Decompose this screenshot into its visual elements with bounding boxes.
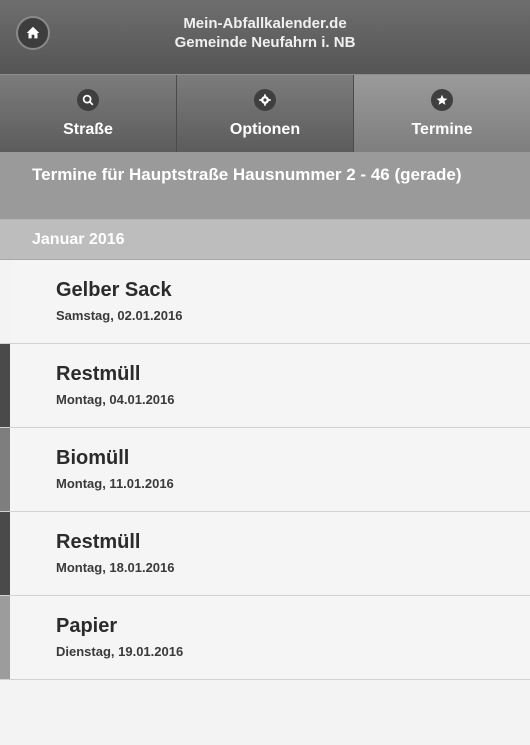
month-divider: Januar 2016 xyxy=(0,220,530,260)
star-icon xyxy=(431,88,453,111)
category-color-stripe xyxy=(0,344,10,427)
collection-list: Gelber Sack Samstag, 02.01.2016 Restmüll… xyxy=(0,260,530,680)
app-screen: Mein-Abfallkalender.de Gemeinde Neufahrn… xyxy=(0,0,530,745)
app-subtitle: Gemeinde Neufahrn i. NB xyxy=(174,34,356,51)
category-color-stripe xyxy=(0,512,10,595)
tab-optionen[interactable]: Optionen xyxy=(177,75,354,152)
tab-termine[interactable]: Termine xyxy=(354,75,530,152)
list-item[interactable]: Restmüll Montag, 04.01.2016 xyxy=(0,344,530,428)
gear-icon xyxy=(254,88,276,111)
waste-type: Restmüll xyxy=(56,363,141,385)
list-item[interactable]: Restmüll Montag, 18.01.2016 xyxy=(0,512,530,596)
category-color-stripe xyxy=(0,428,10,511)
collection-date: Montag, 04.01.2016 xyxy=(56,392,175,407)
waste-type: Gelber Sack xyxy=(56,279,172,301)
home-icon xyxy=(26,26,40,39)
collection-date: Montag, 18.01.2016 xyxy=(56,560,175,575)
list-item[interactable]: Biomüll Montag, 11.01.2016 xyxy=(0,428,530,512)
tab-optionen-label: Optionen xyxy=(229,120,301,138)
home-button[interactable] xyxy=(16,16,50,50)
category-color-stripe xyxy=(0,260,10,343)
collection-date: Samstag, 02.01.2016 xyxy=(56,308,183,323)
app-title: Mein-Abfallkalender.de xyxy=(183,15,347,32)
tab-strasse-label: Straße xyxy=(63,120,113,138)
tab-termine-label: Termine xyxy=(411,120,473,138)
tab-strasse[interactable]: Straße xyxy=(0,75,177,152)
collection-date: Montag, 11.01.2016 xyxy=(56,476,174,491)
collection-date: Dienstag, 19.01.2016 xyxy=(56,644,184,659)
list-item[interactable]: Gelber Sack Samstag, 02.01.2016 xyxy=(0,260,530,344)
location-info-bar: Termine für Hauptstraße Hausnummer 2 - 4… xyxy=(0,152,530,220)
waste-type: Papier xyxy=(56,615,118,637)
search-icon xyxy=(77,88,99,111)
tab-bar: Straße Optionen Termine xyxy=(0,74,530,152)
waste-type: Restmüll xyxy=(56,531,141,553)
list-item[interactable]: Papier Dienstag, 19.01.2016 xyxy=(0,596,530,680)
category-color-stripe xyxy=(0,596,10,679)
app-header: Mein-Abfallkalender.de Gemeinde Neufahrn… xyxy=(0,0,530,74)
waste-type: Biomüll xyxy=(56,447,130,469)
